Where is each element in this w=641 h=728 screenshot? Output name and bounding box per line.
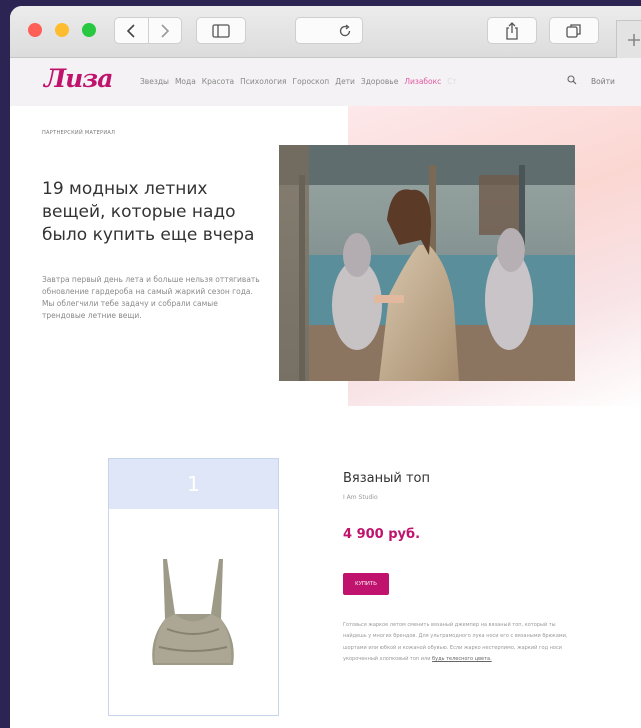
reload-icon[interactable] [338, 23, 352, 38]
nav-item[interactable]: Звезды [140, 77, 169, 86]
main-nav: Звезды Мода Красота Психология Гороскоп Дети З… [140, 77, 457, 86]
article-title: 19 модных летних вещей, которые надо был… [42, 179, 255, 245]
browser-window: Лиза Звезды Мода Красота Психология Гороскоп… [10, 6, 641, 728]
nav-item[interactable]: Мода [175, 77, 196, 86]
sidebar-icon [212, 23, 230, 38]
close-window-button[interactable] [28, 23, 42, 37]
tabs-overview-button[interactable] [549, 17, 599, 44]
product-price: 4 900 руб. [343, 527, 421, 542]
partner-label: Партнерский материал [42, 130, 116, 136]
share-button[interactable] [487, 17, 537, 44]
nav-item[interactable]: Ст [447, 77, 457, 86]
new-tab-button[interactable] [616, 20, 641, 58]
nav-item[interactable]: Здоровье [361, 77, 398, 86]
site-logo[interactable]: Лиза [44, 64, 113, 93]
nav-item[interactable]: Дети [335, 77, 355, 86]
browser-toolbar [10, 6, 641, 58]
forward-button[interactable] [149, 18, 182, 43]
chevron-right-icon [161, 23, 169, 38]
article-lead: Завтра первый день лета и больше нельзя … [42, 275, 260, 320]
back-button[interactable] [115, 18, 149, 43]
nav-item[interactable]: Гороскоп [293, 77, 330, 86]
minimize-window-button[interactable] [55, 23, 69, 37]
knit-top-image [152, 559, 234, 665]
search-icon[interactable] [567, 75, 577, 85]
tabs-icon [566, 23, 581, 38]
nav-item[interactable]: Психология [240, 77, 286, 86]
site-header: Лиза Звезды Мода Красота Психология Гороскоп… [10, 58, 641, 106]
product-description-link[interactable]: будь телесного цвета. [432, 656, 492, 662]
hero-photo [279, 145, 575, 381]
product-brand: I Am Studio [343, 494, 378, 501]
sidebar-button[interactable] [196, 17, 246, 44]
product-name: Вязаный топ [343, 471, 430, 486]
login-link[interactable]: Войти [591, 77, 615, 86]
product-card[interactable]: 1 [108, 458, 279, 716]
plus-icon [627, 33, 640, 46]
nav-item[interactable]: Лизабокс [404, 77, 441, 86]
chevron-left-icon [127, 23, 135, 38]
history-nav [114, 17, 182, 44]
share-icon [506, 21, 518, 40]
buy-button[interactable]: Купить [343, 573, 389, 595]
product-number: 1 [109, 459, 278, 509]
address-bar[interactable] [295, 17, 363, 44]
product-description: Готовься жаркое летом сменить вязаный дж… [343, 620, 573, 666]
maximize-window-button[interactable] [82, 23, 96, 37]
nav-item[interactable]: Красота [202, 77, 234, 86]
